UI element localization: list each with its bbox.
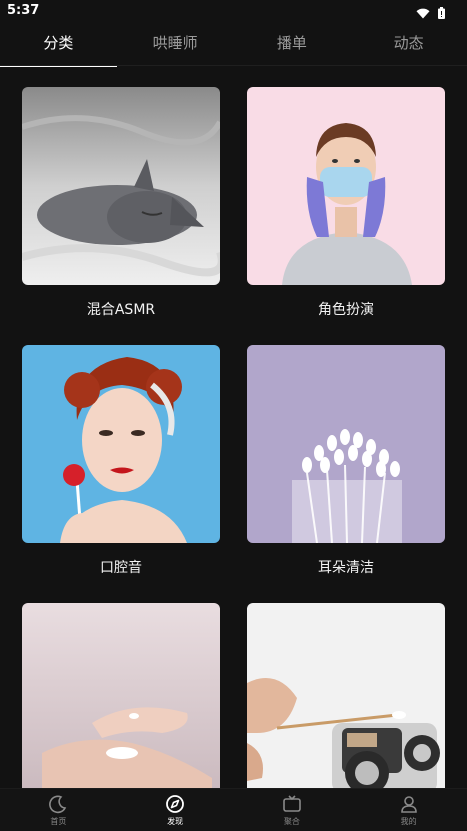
bottom-navigation: 首页 发现 聚合 我的 <box>0 788 467 831</box>
category-label: 角色扮演 <box>318 302 374 318</box>
tv-icon <box>282 794 302 814</box>
nav-label: 发现 <box>167 817 184 826</box>
status-icons <box>416 4 445 23</box>
category-card-mixed-asmr[interactable]: 混合ASMR <box>22 87 220 318</box>
category-label: 耳朵清洁 <box>318 560 374 576</box>
category-card-ear-cleaning[interactable]: 耳朵清洁 <box>247 345 445 576</box>
tab-feed[interactable]: 动态 <box>350 22 467 66</box>
status-time: 5:37 <box>7 3 40 18</box>
nav-aggregate[interactable]: 聚合 <box>234 789 351 831</box>
sleeping-cat-image <box>22 87 220 285</box>
discover-screen: 5:37 分类 哄睡师 播单 动态 混合ASMR 角色扮演 口腔音 耳朵清洁 首… <box>0 0 467 831</box>
tab-categories[interactable]: 分类 <box>0 22 117 67</box>
nav-discover[interactable]: 发现 <box>117 789 234 831</box>
battery-icon <box>438 4 445 23</box>
nav-label: 首页 <box>50 817 67 826</box>
category-label: 混合ASMR <box>86 302 156 318</box>
compass-icon <box>165 794 185 814</box>
person-icon <box>399 794 419 814</box>
moon-icon <box>48 794 68 814</box>
nav-label: 聚合 <box>283 817 300 826</box>
nav-profile[interactable]: 我的 <box>350 789 467 831</box>
lollipop-woman-image <box>22 345 220 543</box>
tabs-divider <box>0 65 467 66</box>
nav-label: 我的 <box>400 817 417 826</box>
status-bar: 5:37 <box>0 0 467 22</box>
wifi-icon <box>416 4 430 23</box>
category-card-roleplay[interactable]: 角色扮演 <box>247 87 445 318</box>
category-label: 口腔音 <box>100 560 142 576</box>
category-tabs: 分类 哄睡师 播单 动态 <box>0 22 467 67</box>
swab-microphone-image <box>247 603 445 801</box>
cotton-swabs-image <box>247 345 445 543</box>
tab-playlists[interactable]: 播单 <box>234 22 351 66</box>
nurse-image <box>247 87 445 285</box>
lotion-hands-image <box>22 603 220 801</box>
tab-sleep-coach[interactable]: 哄睡师 <box>117 22 234 66</box>
category-card-mouth-sounds[interactable]: 口腔音 <box>22 345 220 576</box>
nav-home[interactable]: 首页 <box>0 789 117 831</box>
